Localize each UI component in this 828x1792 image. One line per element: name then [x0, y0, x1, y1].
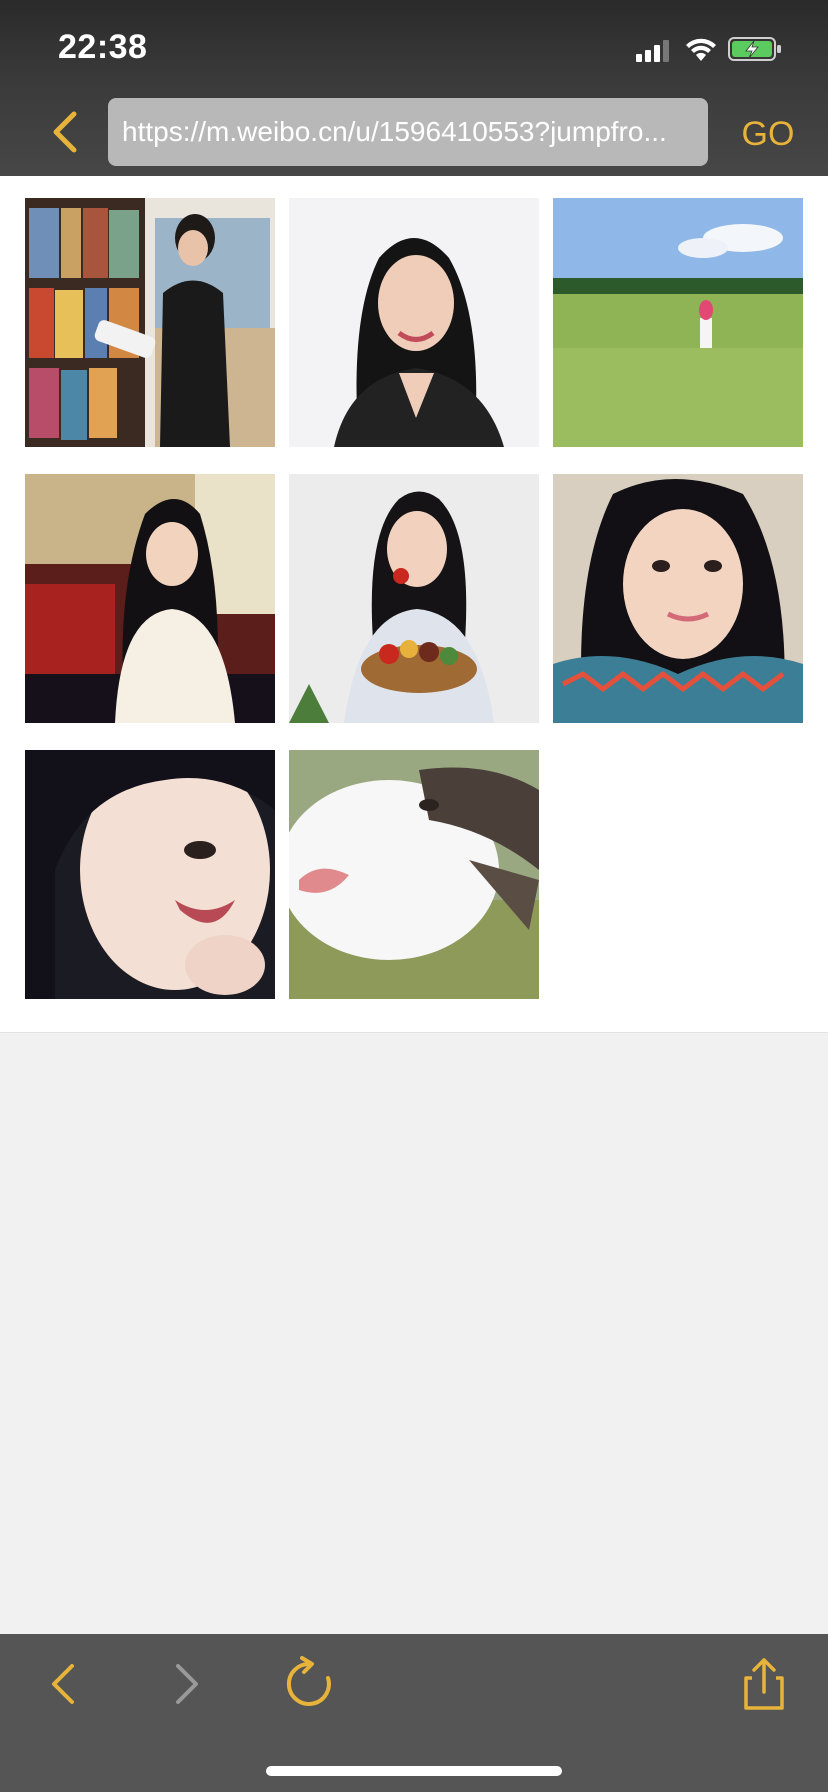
photo-item[interactable] — [25, 750, 275, 999]
battery-charging-icon — [728, 37, 781, 61]
go-button[interactable]: GO — [728, 112, 808, 156]
photo-image — [25, 750, 275, 999]
photo-image — [25, 474, 275, 723]
wifi-icon — [686, 38, 716, 61]
signal-icon — [636, 40, 669, 62]
share-icon — [744, 1658, 784, 1710]
photo-item[interactable] — [289, 750, 539, 999]
photo-image — [289, 198, 539, 447]
nav-back-button[interactable] — [36, 1656, 92, 1712]
photo-item[interactable] — [25, 474, 275, 723]
reload-icon — [286, 1656, 331, 1706]
nav-forward-button[interactable] — [158, 1656, 214, 1712]
reload-button[interactable] — [282, 1656, 338, 1712]
browser-top-bar: 22:38 https://m.weibo.cn/u/1596410553?ju… — [0, 0, 828, 176]
home-indicator[interactable] — [266, 1766, 562, 1776]
photo-image — [289, 474, 539, 723]
photo-item[interactable] — [553, 198, 803, 447]
chevron-left-icon — [53, 111, 77, 153]
forward-icon — [176, 1664, 198, 1704]
status-time: 22:38 — [58, 28, 148, 66]
url-field[interactable]: https://m.weibo.cn/u/1596410553?jumpfro.… — [108, 98, 708, 166]
photo-image — [553, 198, 803, 447]
share-button[interactable] — [736, 1656, 792, 1712]
photo-image — [289, 750, 539, 999]
photo-image — [553, 474, 803, 723]
photo-item[interactable] — [289, 474, 539, 723]
page-content — [0, 176, 828, 1033]
photo-image — [25, 198, 275, 447]
back-button[interactable] — [44, 108, 88, 156]
photo-item[interactable] — [25, 198, 275, 447]
photo-item[interactable] — [289, 198, 539, 447]
status-icons — [636, 36, 796, 64]
back-icon — [52, 1664, 74, 1704]
photo-item[interactable] — [553, 474, 803, 723]
